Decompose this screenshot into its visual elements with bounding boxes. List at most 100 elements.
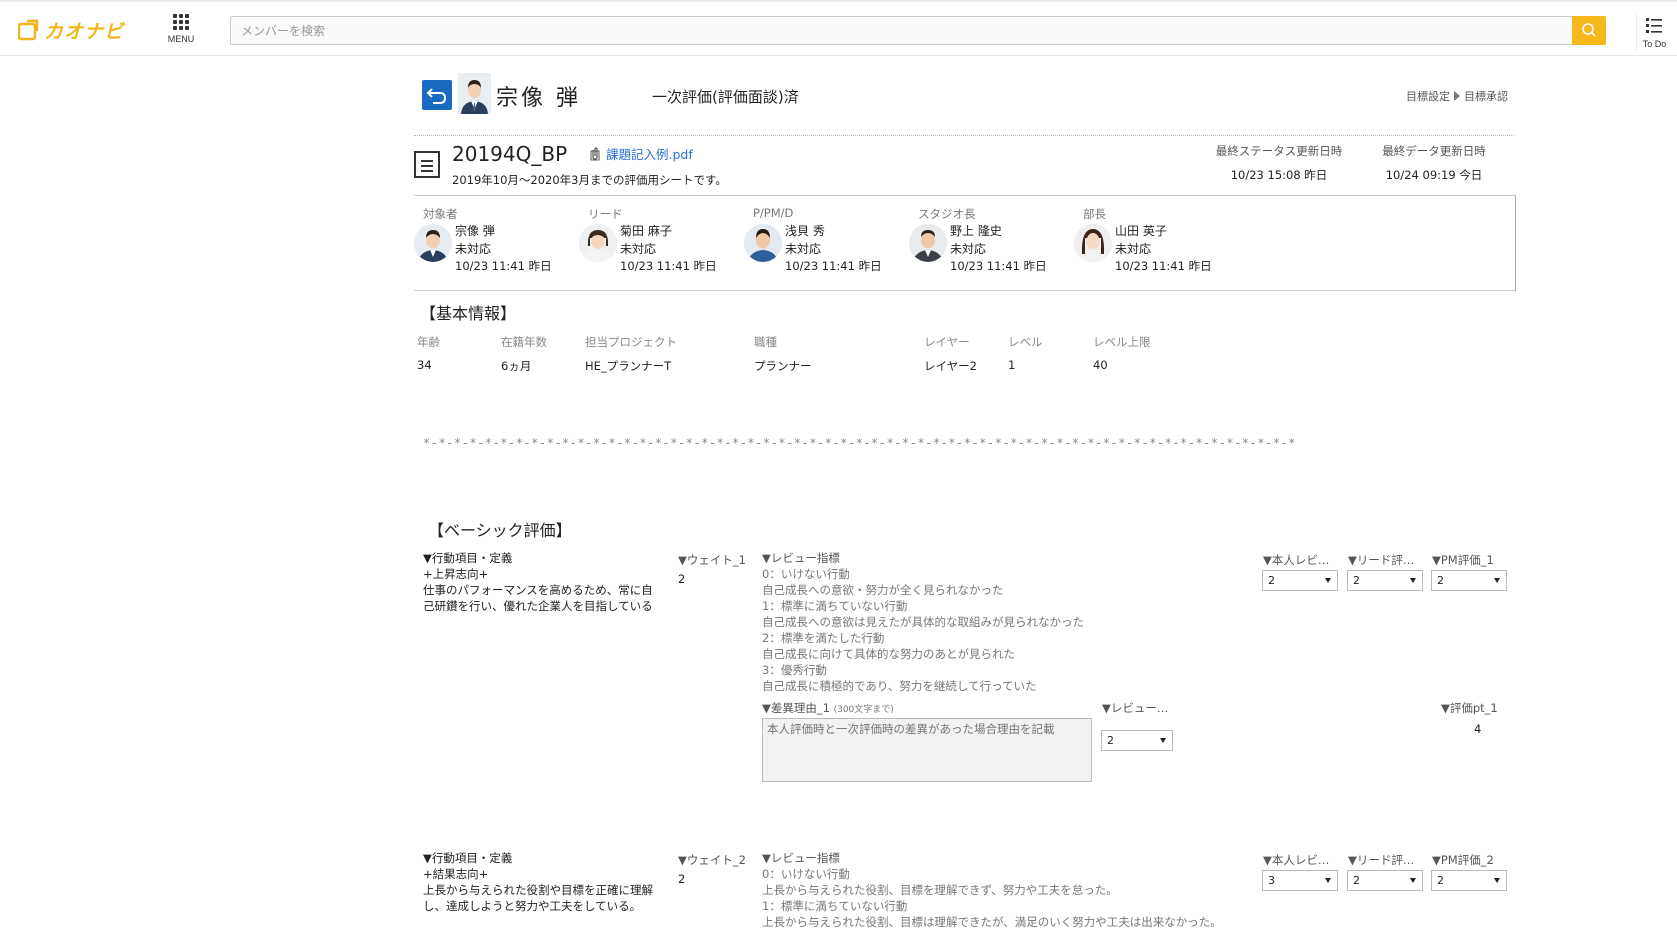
- pm-eval-select[interactable]: 2: [1431, 870, 1507, 891]
- select-value: 2: [1268, 574, 1275, 587]
- search-input[interactable]: [231, 17, 1561, 44]
- select-value: 2: [1437, 574, 1444, 587]
- approver-status: 未対応: [455, 242, 492, 256]
- status-updated: 最終ステータス更新日時 10/23 15:08 昨日: [1214, 143, 1344, 183]
- sheet-title: 20194Q_BP: [452, 142, 568, 166]
- avatar: [1074, 224, 1112, 262]
- employee-avatar: [458, 73, 491, 114]
- info-value: 34: [417, 358, 432, 372]
- kaonavi-logo[interactable]: カオナビ: [18, 16, 124, 44]
- review-criteria: 0：いけない行動 上長から与えられた役割、目標を理解できず、努力や工夫を怠った。…: [762, 866, 1242, 930]
- breadcrumb: 目標設定 目標承認: [1406, 88, 1508, 104]
- approver-date: 10/23 11:41 昨日: [620, 259, 717, 273]
- approver-name: 菊田 麻子: [620, 224, 672, 238]
- todo-button[interactable]: To Do: [1636, 14, 1672, 50]
- status-updated-value: 10/23 15:08 昨日: [1230, 168, 1328, 182]
- dropdown-caret-icon: [1494, 878, 1500, 883]
- basic-info-title: 【基本情報】: [420, 304, 517, 323]
- weight-header: ▼ウェイト_2: [678, 853, 746, 867]
- back-arrow-icon: [426, 88, 447, 104]
- info-layer: レイヤー レイヤー2: [924, 334, 977, 374]
- item-header: ▼行動項目・定義: [423, 851, 513, 865]
- attachment-filename[interactable]: 課題記入例.pdf: [606, 144, 693, 163]
- review-line: 1：標準に満ちていない行動: [762, 899, 908, 913]
- approver-role: P/PM/D: [753, 206, 794, 220]
- data-updated-value: 10/24 09:19 今日: [1385, 168, 1483, 182]
- attachment-link[interactable]: 課題記入例.pdf: [590, 144, 693, 163]
- sheet-icon: [414, 151, 440, 178]
- employee-name: 宗像 弾: [496, 86, 581, 111]
- breadcrumb-goal-approval[interactable]: 目標承認: [1464, 88, 1508, 104]
- avatar: [579, 224, 617, 262]
- info-label: レベル上限: [1093, 335, 1151, 349]
- eval-pt-value: 4: [1474, 722, 1482, 736]
- weight-value: 2: [678, 872, 686, 886]
- review-line: 上長から与えられた役割、目標は理解できたが、満足のいく努力や工夫は出来なかった。: [762, 915, 1222, 929]
- diff-reason-note: (300文字まで): [833, 705, 894, 715]
- lead-eval-select[interactable]: 2: [1347, 870, 1423, 891]
- dropdown-caret-icon: [1325, 578, 1331, 583]
- search-icon: [1582, 23, 1596, 37]
- select-value: 2: [1353, 874, 1360, 887]
- info-project: 担当プロジェクト HE_プランナーT: [585, 334, 677, 374]
- review-line: 0：いけない行動: [762, 867, 850, 881]
- review-line: 3：優秀行動: [762, 663, 827, 677]
- review-line: 1：標準に満ちていない行動: [762, 599, 908, 613]
- approver-status: 未対応: [785, 242, 822, 256]
- info-level: レベル 1: [1008, 334, 1043, 372]
- info-value: HE_プランナーT: [585, 359, 672, 373]
- item-definition: 仕事のパフォーマンスを高めるため、常に自己研鑽を行い、優れた企業人を目指している: [423, 583, 653, 613]
- approver-studio-head[interactable]: スタジオ長 野上 隆史 未対応 10/23 11:41 昨日: [909, 206, 1079, 286]
- select-value: 3: [1268, 874, 1275, 887]
- weight-value: 2: [678, 572, 686, 586]
- info-age: 年齢 34: [417, 334, 440, 372]
- info-job-type: 職種 プランナー: [754, 334, 812, 374]
- divider: [414, 135, 1514, 136]
- self-review-select[interactable]: 3: [1262, 870, 1338, 891]
- review-select[interactable]: 2: [1101, 730, 1173, 751]
- basic-eval-title: 【ベーシック評価】: [428, 521, 572, 540]
- review-line: 自己成長への意欲・努力が全く見られなかった: [762, 583, 1004, 597]
- pm-eval-header: ▼PM評価_2: [1432, 853, 1494, 867]
- self-review-header: ▼本人レビ…: [1263, 853, 1330, 867]
- review-line: 自己成長への意欲は見えたが具体的な取組みが見られなかった: [762, 615, 1084, 629]
- approver-date: 10/23 11:41 昨日: [785, 259, 882, 273]
- approver-date: 10/23 11:41 昨日: [1115, 259, 1212, 273]
- approver-lead[interactable]: リード 菊田 麻子 未対応 10/23 11:41 昨日: [579, 206, 749, 286]
- approver-ppmd[interactable]: P/PM/D 浅貝 秀 未対応 10/23 11:41 昨日: [744, 206, 914, 286]
- info-value: 1: [1008, 358, 1016, 372]
- select-value: 2: [1107, 734, 1114, 747]
- approver-status: 未対応: [1115, 242, 1152, 256]
- item-name: +上昇志向+: [423, 567, 489, 581]
- review-line: 自己成長に向けて具体的な努力のあとが見られた: [762, 647, 1015, 661]
- search-button[interactable]: [1572, 16, 1606, 45]
- info-level-max: レベル上限 40: [1093, 334, 1151, 372]
- review-line: 2：標準を満たした行動: [762, 631, 885, 645]
- diff-reason-input[interactable]: [762, 718, 1092, 782]
- avatar: [744, 224, 782, 262]
- section-separator: *-*-*-*-*-*-*-*-*-*-*-*-*-*-*-*-*-*-*-*-…: [423, 436, 1296, 450]
- self-review-select[interactable]: 2: [1262, 570, 1338, 591]
- review-criteria: 0：いけない行動 自己成長への意欲・努力が全く見られなかった 1：標準に満ちてい…: [762, 566, 1242, 694]
- breadcrumb-goal-setting[interactable]: 目標設定: [1406, 88, 1450, 104]
- eval-pt-header: ▼評価pt_1: [1441, 701, 1498, 715]
- pm-eval-select[interactable]: 2: [1431, 570, 1507, 591]
- menu-button[interactable]: MENU: [160, 14, 202, 48]
- lead-eval-header: ▼リード評…: [1348, 553, 1415, 567]
- review-header-2: ▼レビュー…: [1102, 701, 1169, 715]
- approver-panel: 対象者 宗像 弾 未対応 10/23 11:41 昨日 リード 菊田 麻子 未対…: [414, 195, 1516, 291]
- approver-dept-head[interactable]: 部長 山田 英子 未対応 10/23 11:41 昨日: [1074, 206, 1244, 286]
- approver-target[interactable]: 対象者 宗像 弾 未対応 10/23 11:41 昨日: [414, 206, 584, 286]
- review-line: 自己成長に積極的であり、努力を継続して行っていた: [762, 679, 1037, 693]
- todo-list-icon: [1645, 18, 1662, 33]
- back-button[interactable]: [422, 80, 452, 110]
- approver-status: 未対応: [950, 242, 987, 256]
- lead-eval-select[interactable]: 2: [1347, 570, 1423, 591]
- todo-label: To Do: [1642, 39, 1667, 49]
- pm-eval-header: ▼PM評価_1: [1432, 553, 1494, 567]
- info-value: 6ヵ月: [501, 359, 532, 373]
- dropdown-caret-icon: [1410, 578, 1416, 583]
- top-bar: カオナビ MENU To Do: [0, 0, 1677, 56]
- info-label: 在籍年数: [501, 335, 547, 349]
- info-value: レイヤー2: [924, 359, 977, 373]
